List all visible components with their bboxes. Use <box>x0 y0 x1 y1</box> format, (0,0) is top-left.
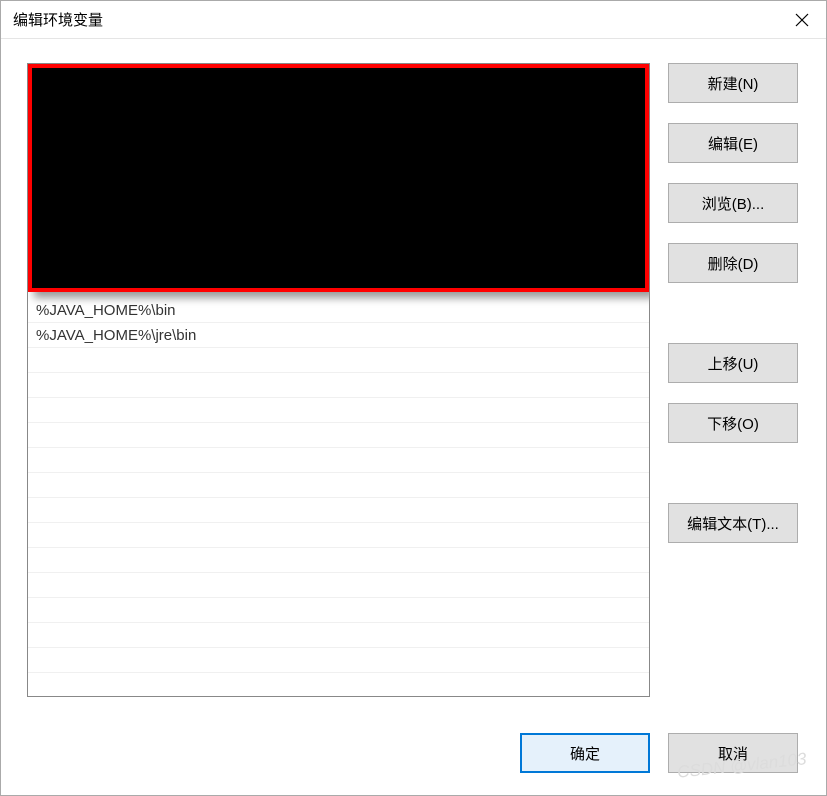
list-item-empty <box>28 498 649 523</box>
close-icon <box>795 13 809 27</box>
close-button[interactable] <box>778 1 826 39</box>
spacer <box>668 303 806 343</box>
cancel-button[interactable]: 取消 <box>668 733 798 773</box>
edit-button[interactable]: 编辑(E) <box>668 123 798 163</box>
button-column: 新建(N) 编辑(E) 浏览(B)... 删除(D) 上移(U) 下移(O) 编… <box>668 63 806 713</box>
list-item[interactable]: %JAVA_HOME%\bin <box>28 298 649 323</box>
list-item-empty <box>28 448 649 473</box>
list-items-container: %JAVA_HOME%\bin %JAVA_HOME%\jre\bin <box>28 298 649 696</box>
content-area: %JAVA_HOME%\bin %JAVA_HOME%\jre\bin 新建(N… <box>1 39 826 723</box>
list-item-empty <box>28 648 649 673</box>
list-item-empty <box>28 548 649 573</box>
move-down-button[interactable]: 下移(O) <box>668 403 798 443</box>
list-item-empty <box>28 398 649 423</box>
list-item[interactable]: %JAVA_HOME%\jre\bin <box>28 323 649 348</box>
list-item-empty <box>28 673 649 697</box>
list-item-empty <box>28 598 649 623</box>
browse-button[interactable]: 浏览(B)... <box>668 183 798 223</box>
delete-button[interactable]: 删除(D) <box>668 243 798 283</box>
dialog-window: 编辑环境变量 %JAVA_HOME%\bin %JAVA_HOME%\jre\b… <box>0 0 827 796</box>
path-list[interactable]: %JAVA_HOME%\bin %JAVA_HOME%\jre\bin <box>27 63 650 697</box>
list-item-empty <box>28 373 649 398</box>
redacted-region <box>28 64 649 292</box>
edit-text-button[interactable]: 编辑文本(T)... <box>668 503 798 543</box>
list-item-empty <box>28 473 649 498</box>
titlebar: 编辑环境变量 <box>1 1 826 39</box>
move-up-button[interactable]: 上移(U) <box>668 343 798 383</box>
spacer <box>668 463 806 503</box>
list-item-empty <box>28 423 649 448</box>
footer: 确定 取消 <box>1 723 826 795</box>
list-item-empty <box>28 523 649 548</box>
list-item-empty <box>28 348 649 373</box>
list-item-empty <box>28 623 649 648</box>
list-item-empty <box>28 573 649 598</box>
new-button[interactable]: 新建(N) <box>668 63 798 103</box>
window-title: 编辑环境变量 <box>13 9 103 30</box>
ok-button[interactable]: 确定 <box>520 733 650 773</box>
